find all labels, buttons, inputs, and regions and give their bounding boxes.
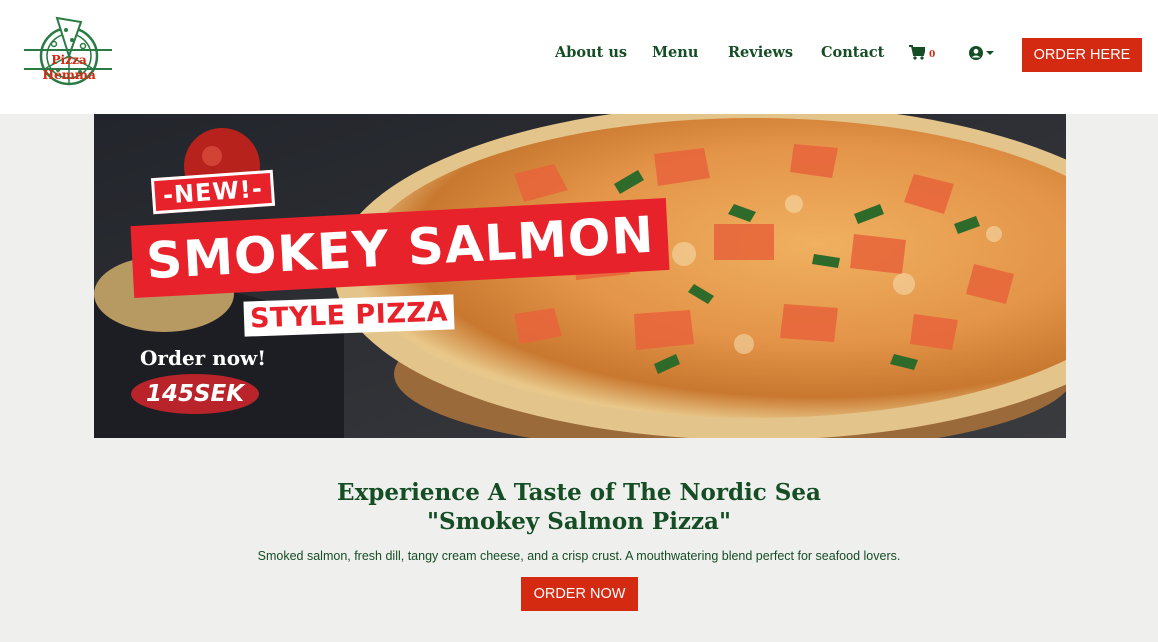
hero-cta-text: Order now!	[140, 346, 267, 370]
price-badge: 145SEK	[131, 374, 259, 414]
section-title-line1: Experience A Taste of The Nordic Sea	[337, 479, 821, 506]
nav-contact[interactable]: Contact	[821, 44, 884, 61]
logo-rule-bottom	[24, 68, 112, 70]
site-header: Pizza Hemma About us Menu Reviews Contac…	[0, 0, 1158, 114]
hero-subheadline: STYLE PIZZA	[243, 294, 455, 337]
order-now-button[interactable]: ORDER NOW	[521, 577, 638, 611]
section-description: Smoked salmon, fresh dill, tangy cream c…	[257, 549, 901, 563]
logo-text: Pizza Hemma	[42, 52, 96, 82]
nav-menu[interactable]: Menu	[652, 44, 698, 61]
user-circle-icon[interactable]	[969, 46, 983, 65]
logo[interactable]: Pizza Hemma	[24, 16, 114, 88]
shopping-cart-icon[interactable]	[909, 45, 927, 65]
nav-about-us[interactable]: About us	[555, 44, 627, 61]
hero-banner[interactable]: -NEW!- SMOKEY SALMON STYLE PIZZA Order n…	[94, 114, 1066, 438]
chevron-down-icon[interactable]	[986, 51, 994, 55]
logo-rule-top	[24, 49, 112, 51]
nav-reviews[interactable]: Reviews	[728, 44, 793, 61]
cart-count: 0	[929, 50, 936, 60]
section-title-line2: "Smokey Salmon Pizza"	[427, 508, 731, 535]
order-here-button[interactable]: ORDER HERE	[1022, 38, 1142, 72]
